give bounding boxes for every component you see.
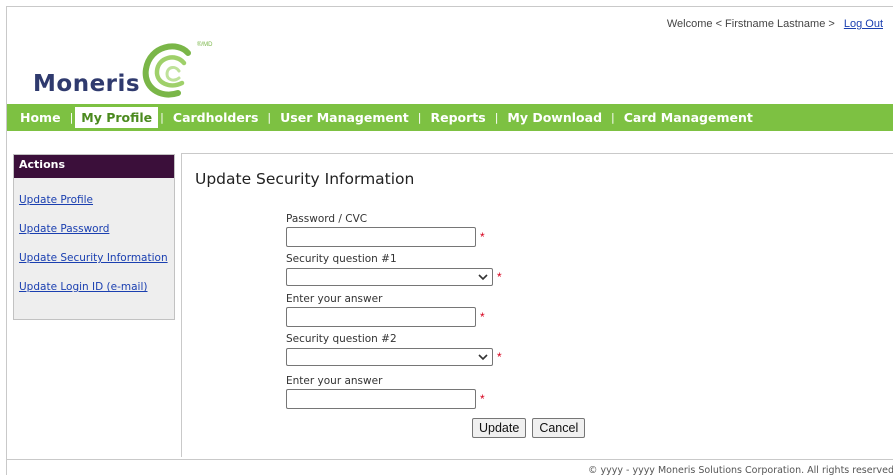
question2-select[interactable] bbox=[286, 348, 493, 366]
logo-trademark: ®/MD bbox=[197, 42, 213, 48]
update-button[interactable]: Update bbox=[472, 418, 527, 438]
nav-home[interactable]: Home bbox=[13, 107, 68, 128]
answer1-label: Enter your answer bbox=[286, 293, 383, 305]
footer: © yyyy - yyyy Moneris Solutions Corporat… bbox=[7, 459, 893, 476]
nav-separator: | bbox=[160, 111, 164, 124]
required-marker: * bbox=[480, 310, 485, 324]
sidebar-item-update-login-id[interactable]: Update Login ID (e-mail) bbox=[14, 273, 174, 302]
nav-separator: | bbox=[611, 111, 615, 124]
sidebar-item-update-security-information[interactable]: Update Security Information bbox=[14, 244, 174, 273]
page-title: Update Security Information bbox=[195, 170, 415, 188]
nav-cardholders[interactable]: Cardholders bbox=[166, 107, 266, 128]
main-content: Update Security Information Password / C… bbox=[181, 153, 893, 457]
required-marker: * bbox=[480, 230, 485, 244]
moneris-logo[interactable]: Moneris ®/MD bbox=[33, 42, 233, 99]
moneris-swirl-icon bbox=[142, 43, 191, 98]
security-form: Password / CVC * Security question #1 * … bbox=[286, 212, 502, 414]
logout-link[interactable]: Log Out bbox=[844, 18, 883, 30]
password-field[interactable] bbox=[286, 227, 476, 247]
nav-user-management[interactable]: User Management bbox=[273, 107, 416, 128]
chevron-down-icon bbox=[478, 274, 488, 281]
nav-separator: | bbox=[494, 111, 499, 124]
welcome-bar: Welcome < Firstname Lastname > Log Out bbox=[667, 18, 883, 30]
password-label: Password / CVC bbox=[286, 213, 368, 225]
nav-my-download[interactable]: My Download bbox=[500, 107, 609, 128]
question1-select[interactable] bbox=[286, 268, 493, 286]
form-buttons: Update Cancel bbox=[472, 418, 586, 438]
nav-reports[interactable]: Reports bbox=[423, 107, 492, 128]
sidebar-item-update-password[interactable]: Update Password bbox=[14, 215, 174, 244]
nav-separator: | bbox=[417, 111, 422, 124]
answer2-label: Enter your answer bbox=[286, 375, 383, 387]
copyright-text: © yyyy - yyyy Moneris Solutions Corporat… bbox=[587, 465, 893, 476]
logo-wordmark: Moneris bbox=[33, 71, 141, 97]
required-marker: * bbox=[480, 392, 485, 406]
main-nav: Home | My Profile | Cardholders | User M… bbox=[7, 104, 893, 131]
question2-label: Security question #2 bbox=[286, 333, 397, 345]
question1-label: Security question #1 bbox=[286, 253, 397, 265]
answer2-field[interactable] bbox=[286, 389, 476, 409]
nav-separator: | bbox=[267, 111, 272, 124]
nav-separator: | bbox=[69, 111, 74, 124]
page-frame: Welcome < Firstname Lastname > Log Out M… bbox=[6, 6, 893, 476]
sidebar-title: Actions bbox=[14, 155, 174, 178]
chevron-down-icon bbox=[478, 354, 488, 361]
welcome-text: Welcome < Firstname Lastname > bbox=[666, 18, 835, 30]
actions-sidebar: Actions Update Profile Update Password U… bbox=[13, 154, 175, 320]
answer1-field[interactable] bbox=[286, 307, 476, 327]
sidebar-item-update-profile[interactable]: Update Profile bbox=[14, 186, 174, 215]
cancel-button[interactable]: Cancel bbox=[532, 418, 586, 438]
required-marker: * bbox=[497, 270, 502, 284]
nav-my-profile[interactable]: My Profile bbox=[75, 107, 159, 128]
required-marker: * bbox=[497, 350, 502, 364]
nav-card-management[interactable]: Card Management bbox=[617, 107, 760, 128]
